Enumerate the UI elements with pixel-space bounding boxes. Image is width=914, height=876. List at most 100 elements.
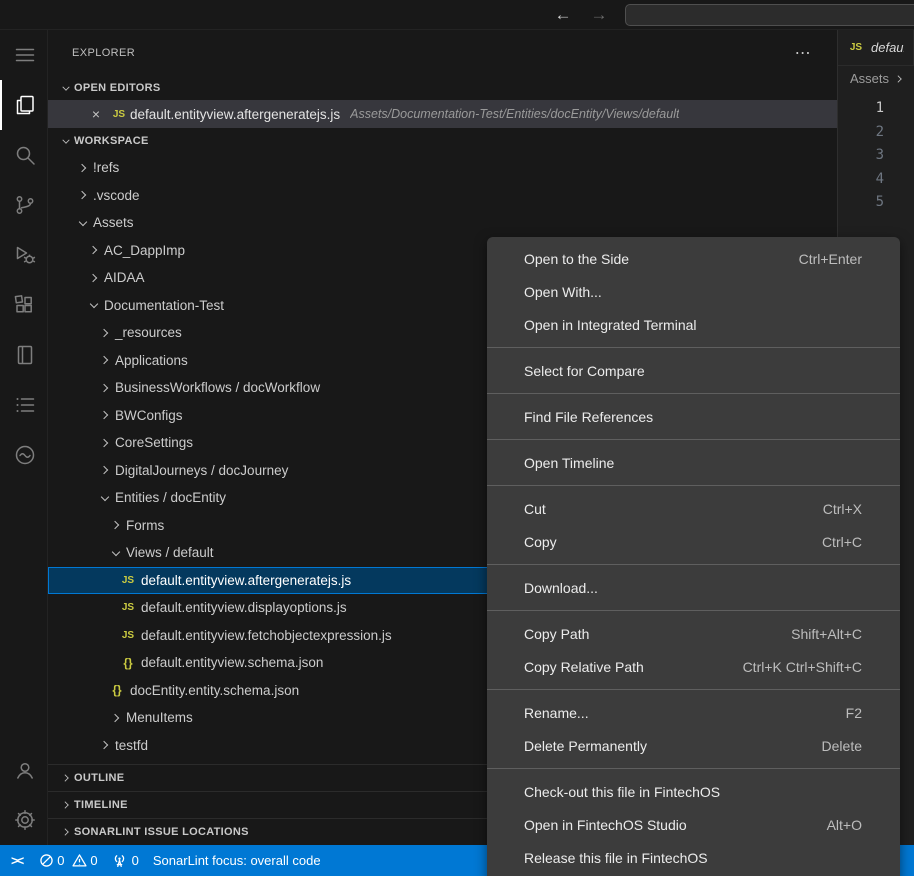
menu-item-shortcut: Ctrl+C — [822, 534, 862, 550]
workspace-label: WORKSPACE — [74, 135, 149, 147]
open-editors-label: OPEN EDITORS — [74, 82, 161, 94]
tree-item-label: !refs — [93, 160, 119, 175]
warning-count: 0 — [90, 853, 97, 868]
menu-separator — [487, 393, 900, 394]
remote-indicator[interactable]: >< — [4, 845, 32, 876]
tree-item[interactable]: .vscode — [48, 182, 837, 210]
tree-item[interactable]: !refs — [48, 154, 837, 182]
context-menu-item[interactable]: Open With... — [487, 275, 900, 308]
close-icon[interactable]: × — [88, 106, 104, 122]
workspace-header[interactable]: WORKSPACE — [48, 128, 837, 154]
context-menu-item[interactable]: Find File References — [487, 400, 900, 433]
sidebar-title: EXPLORER — [72, 47, 135, 59]
tree-item-label: testfd — [115, 738, 148, 753]
context-menu-item[interactable]: Check-out this file in FintechOS — [487, 775, 900, 808]
chevron-icon — [97, 352, 113, 368]
explorer-button[interactable] — [0, 80, 48, 130]
line-number: 3 — [838, 144, 884, 168]
menu-separator — [487, 347, 900, 348]
menu-item-label: Cut — [524, 501, 546, 517]
chevron-right-icon — [59, 825, 73, 839]
extensions-icon — [13, 293, 37, 317]
search-icon — [13, 143, 37, 167]
tree-item-label: AC_DappImp — [104, 243, 185, 258]
menu-item-shortcut: Ctrl+K Ctrl+Shift+C — [743, 659, 862, 675]
context-menu-item[interactable]: Delete Permanently Delete — [487, 729, 900, 762]
sonarlint-status[interactable]: SonarLint focus: overall code — [146, 845, 328, 876]
tree-item-label: Documentation-Test — [104, 298, 224, 313]
context-menu-item[interactable]: Copy Ctrl+C — [487, 525, 900, 558]
chevron-icon — [108, 545, 124, 561]
file-type-icon: JS — [119, 602, 137, 613]
chevron-down-icon — [59, 81, 73, 95]
chevron-icon — [97, 462, 113, 478]
settings-button[interactable] — [0, 795, 48, 845]
breadcrumb-item[interactable]: Assets — [850, 71, 889, 86]
extensions-button[interactable] — [0, 280, 48, 330]
remote-icon: >< — [11, 853, 22, 868]
chevron-icon — [108, 517, 124, 533]
book-view-button[interactable] — [0, 330, 48, 380]
file-type-icon: {} — [119, 656, 137, 670]
context-menu-item[interactable]: Open in FintechOS Studio Alt+O — [487, 808, 900, 841]
open-editors-header[interactable]: OPEN EDITORS — [48, 76, 837, 100]
menu-item-shortcut: Alt+O — [827, 817, 862, 833]
tree-item-label: default.entityview.displayoptions.js — [141, 600, 347, 615]
context-menu-item[interactable]: Open Timeline — [487, 446, 900, 479]
chevron-icon — [97, 737, 113, 753]
context-menu-item[interactable]: Release this file in FintechOS — [487, 841, 900, 874]
line-number: 5 — [838, 191, 884, 215]
editor-tab[interactable]: JS default.entityview.aftergeneratejs.js — [838, 30, 914, 65]
tree-item-label: DigitalJourneys / docJourney — [115, 463, 288, 478]
forward-button[interactable]: → — [586, 0, 612, 30]
menu-separator — [487, 689, 900, 690]
search-button[interactable] — [0, 130, 48, 180]
tree-item-label: Assets — [93, 215, 134, 230]
menu-item-label: Release this file in FintechOS — [524, 850, 708, 866]
tree-item-label: default.entityview.aftergeneratejs.js — [141, 573, 351, 588]
hamburger-menu-icon — [13, 43, 37, 67]
sonarlint-view-button[interactable] — [0, 430, 48, 480]
source-control-button[interactable] — [0, 180, 48, 230]
context-menu-item[interactable]: Open to the Side Ctrl+Enter — [487, 242, 900, 275]
context-menu-item[interactable]: Rename... F2 — [487, 696, 900, 729]
ports-indicator[interactable]: 0 — [105, 845, 146, 876]
breadcrumb[interactable]: Assets — [838, 66, 914, 91]
outline-label: OUTLINE — [74, 772, 124, 784]
menu-item-label: Delete Permanently — [524, 738, 647, 754]
menu-item-label: Download... — [524, 580, 598, 596]
js-file-icon: JS — [847, 42, 865, 53]
tree-item[interactable]: Assets — [48, 209, 837, 237]
open-editor-path: Assets/Documentation-Test/Entities/docEn… — [350, 107, 679, 121]
open-editor-item[interactable]: × JS default.entityview.aftergeneratejs.… — [48, 100, 837, 128]
chevron-icon — [86, 297, 102, 313]
context-menu-item[interactable]: Cut Ctrl+X — [487, 492, 900, 525]
problems-indicator[interactable]: 0 0 — [32, 845, 104, 876]
context-menu-item[interactable]: Open in Integrated Terminal — [487, 308, 900, 341]
tree-item-label: Forms — [126, 518, 164, 533]
menu-button[interactable] — [0, 30, 48, 80]
menu-item-label: Open With... — [524, 284, 602, 300]
context-menu-item[interactable]: Copy Path Shift+Alt+C — [487, 617, 900, 650]
chevron-icon — [97, 325, 113, 341]
account-button[interactable] — [0, 745, 48, 795]
list-view-button[interactable] — [0, 380, 48, 430]
book-icon — [13, 343, 37, 367]
chevron-icon — [86, 270, 102, 286]
tree-item-label: BWConfigs — [115, 408, 183, 423]
sonarlint-issue-locations-label: SONARLINT ISSUE LOCATIONS — [74, 826, 249, 838]
menu-item-shortcut: F2 — [846, 705, 862, 721]
menu-item-shortcut: Ctrl+X — [823, 501, 862, 517]
run-debug-button[interactable] — [0, 230, 48, 280]
timeline-label: TIMELINE — [74, 799, 128, 811]
back-button[interactable]: ← — [550, 0, 576, 30]
context-menu-item[interactable]: Select for Compare — [487, 354, 900, 387]
menu-item-label: Check-out this file in FintechOS — [524, 784, 720, 800]
command-center-search[interactable] — [625, 4, 914, 26]
more-actions-icon[interactable]: ⋯ — [795, 43, 811, 63]
context-menu-item[interactable]: Download... — [487, 571, 900, 604]
context-menu-item[interactable]: Copy Relative Path Ctrl+K Ctrl+Shift+C — [487, 650, 900, 683]
account-icon — [13, 758, 37, 782]
warning-icon — [72, 853, 87, 868]
chevron-icon — [97, 435, 113, 451]
